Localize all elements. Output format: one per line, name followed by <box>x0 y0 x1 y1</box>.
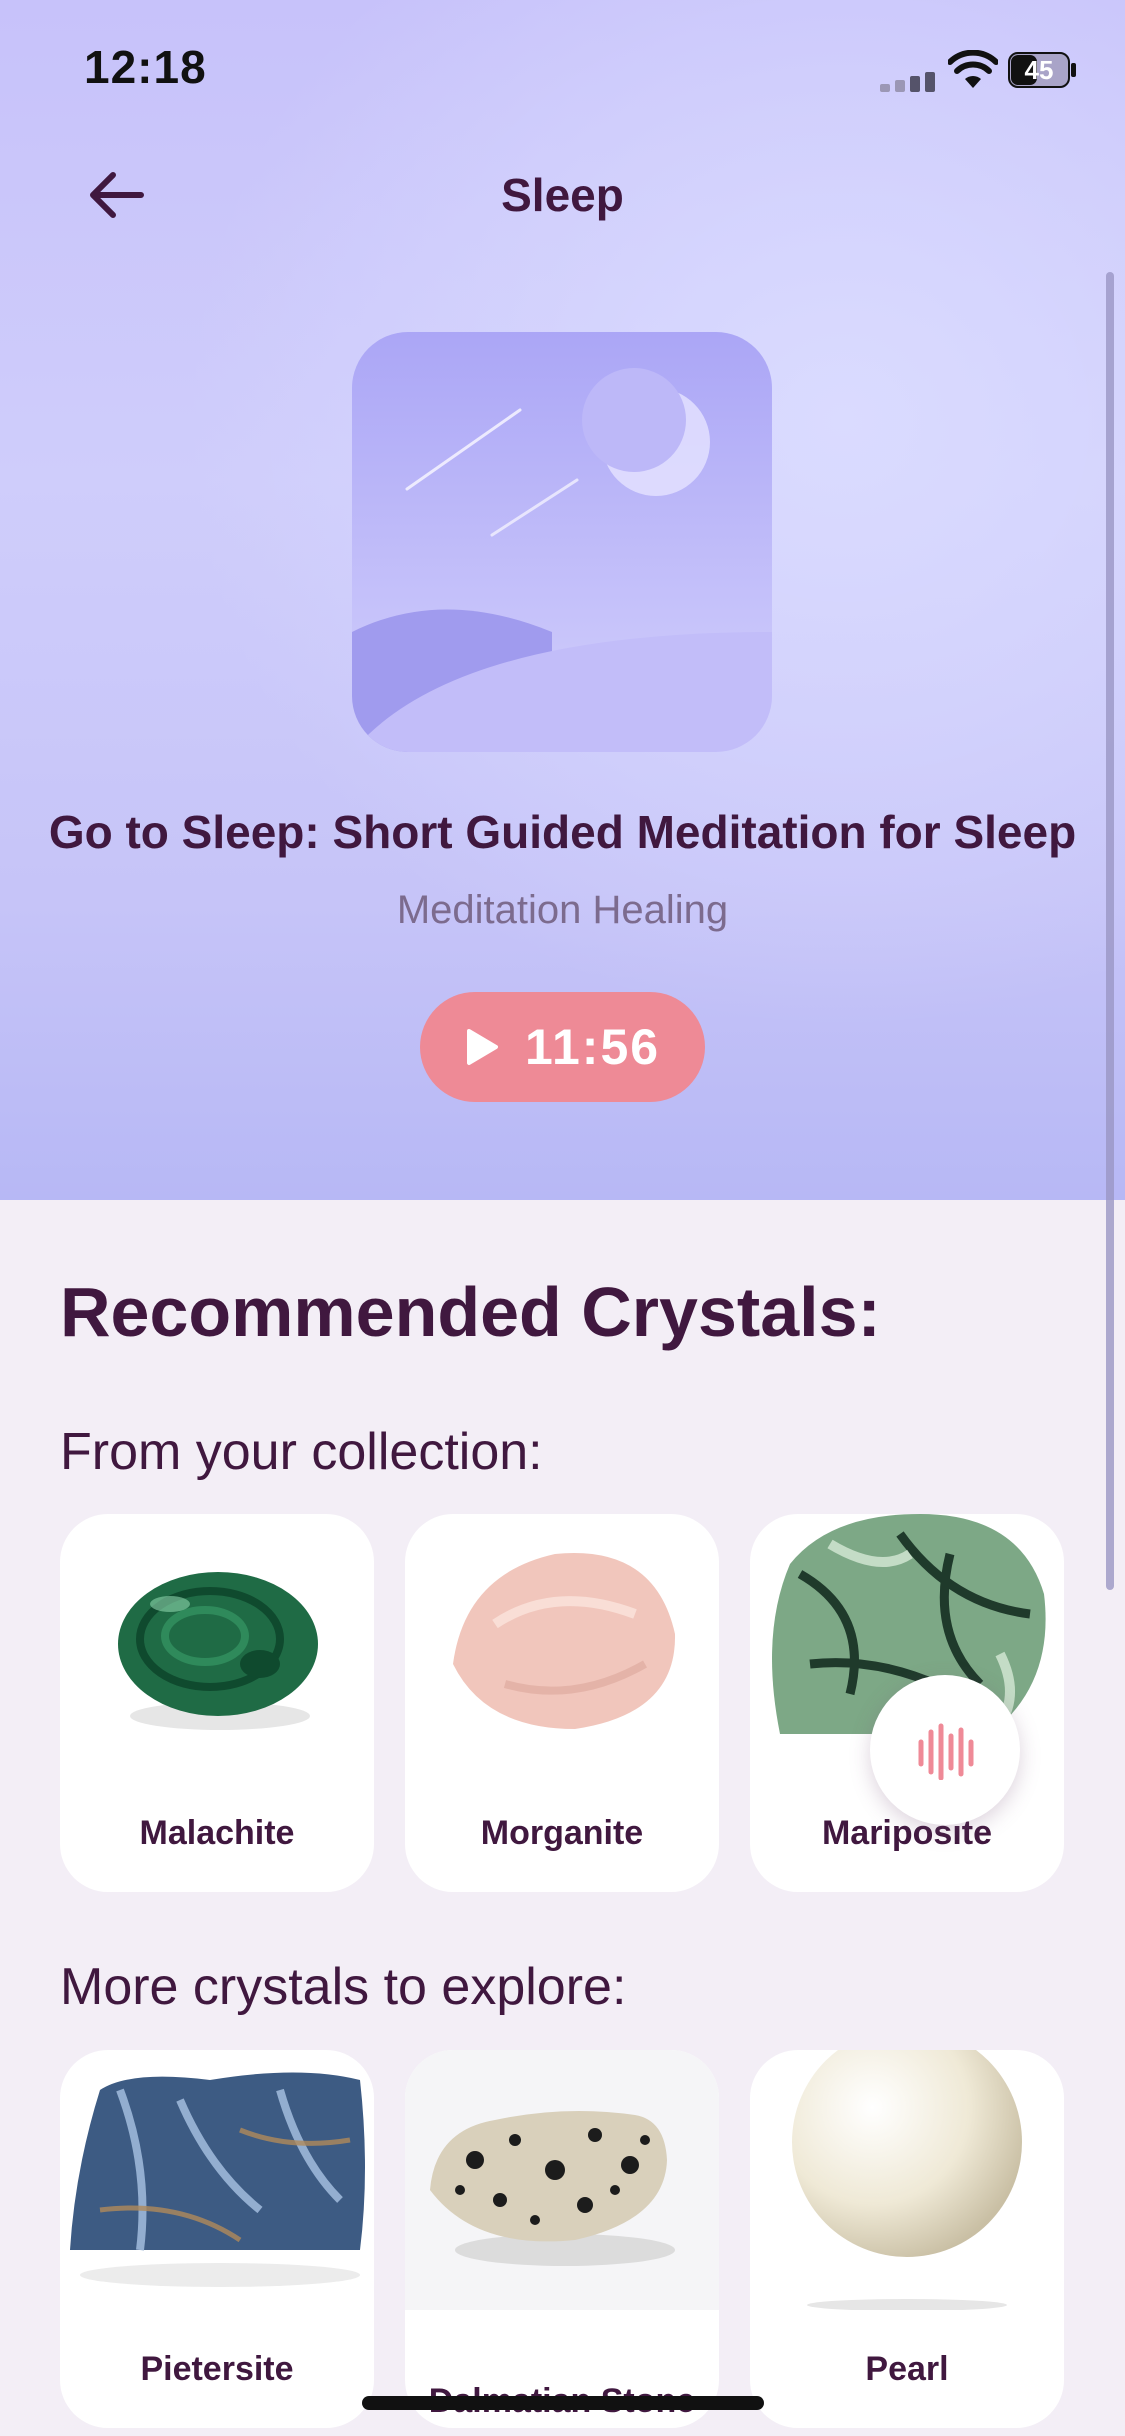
crystal-card-malachite[interactable]: Malachite <box>60 1514 374 1892</box>
crystal-name: Morganite <box>480 1814 644 1852</box>
crystal-card-dalmatian-stone[interactable]: Dalmatian Stone <box>405 2050 719 2428</box>
pearl-image <box>792 2050 1022 2310</box>
play-button[interactable]: 11:56 <box>420 992 705 1102</box>
crystal-name: Pearl <box>865 2350 949 2388</box>
status-time: 12:18 <box>84 41 207 93</box>
dalmatian-stone-image <box>405 2050 719 2310</box>
explore-heading: More crystals to explore: <box>60 1958 627 2016</box>
night-landscape-illustration <box>352 332 772 752</box>
crystal-name: Malachite <box>139 1814 295 1852</box>
home-indicator[interactable] <box>362 2396 764 2410</box>
malachite-image <box>118 1572 318 1730</box>
morganite-image <box>453 1553 676 1729</box>
battery-level: 45 <box>1025 55 1054 85</box>
crystal-card-pietersite[interactable]: Pietersite <box>60 2050 374 2428</box>
crystal-card-pearl[interactable]: Pearl <box>750 2050 1064 2428</box>
crystal-name: Mariposite <box>821 1814 993 1852</box>
status-bar: 12:18 45 <box>0 0 1125 140</box>
crystal-card-morganite[interactable]: Morganite <box>405 1514 719 1892</box>
recommended-crystals-heading: Recommended Crystals: <box>60 1273 881 1351</box>
audio-waveform-icon <box>918 1723 974 1780</box>
crystal-name: Pietersite <box>140 2350 294 2388</box>
voice-assistant-button[interactable] <box>870 1675 1020 1825</box>
collection-heading: From your collection: <box>60 1423 543 1481</box>
explore-crystals-row: Pietersite Dalmatian Stone <box>60 2050 1064 2428</box>
track-duration: 11:56 <box>524 1019 661 1075</box>
pietersite-image <box>70 2072 365 2287</box>
battery-icon: 45 <box>1008 52 1076 88</box>
track-subtitle: Meditation Healing <box>396 888 729 932</box>
play-icon <box>466 1029 498 1065</box>
page-title: Sleep <box>501 169 624 221</box>
track-title: Go to Sleep: Short Guided Meditation for… <box>48 806 1077 858</box>
cellular-signal-icon <box>880 72 935 92</box>
scrollbar[interactable] <box>1106 272 1114 1590</box>
wifi-icon <box>948 50 998 88</box>
track-artwork <box>352 332 772 752</box>
